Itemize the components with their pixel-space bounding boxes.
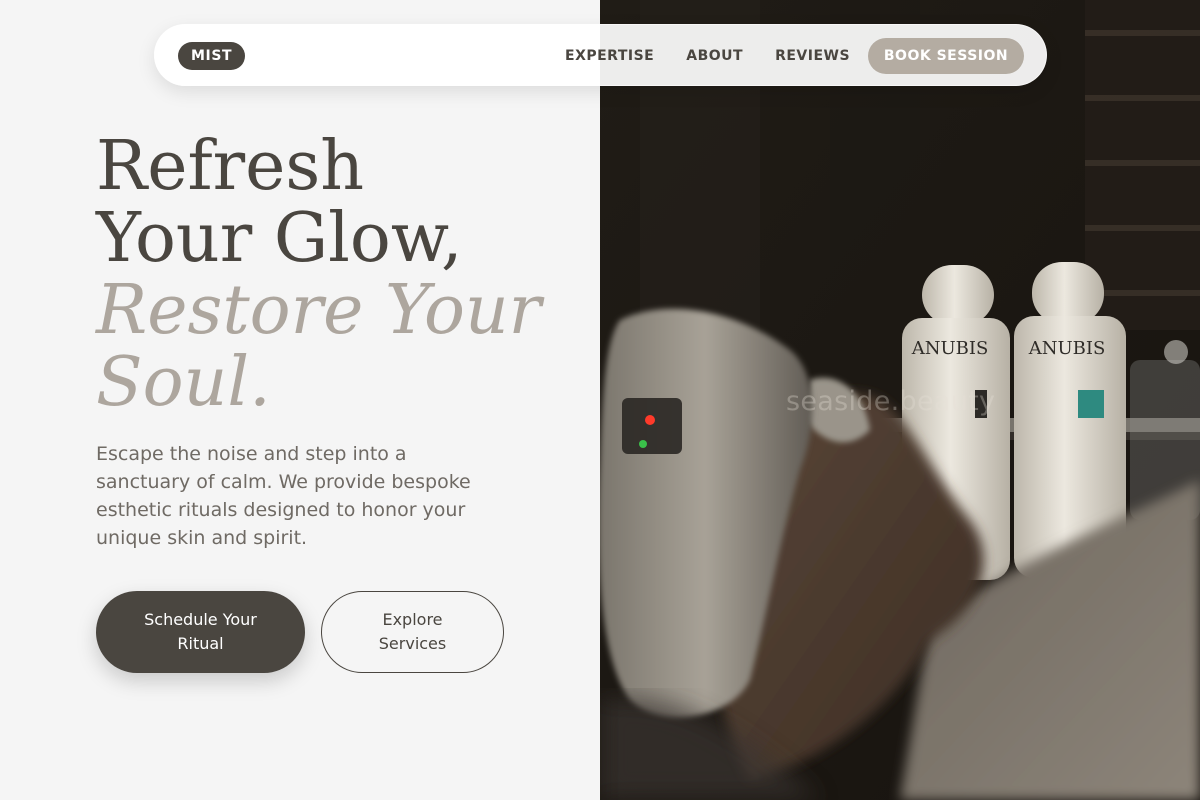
watermark-text: seaside.beauty bbox=[786, 386, 996, 417]
title-line-3: Restore Your bbox=[96, 271, 542, 350]
hero-image: ANUBIS ANUBIS seaside.beauty bbox=[600, 0, 1200, 800]
nav-link-reviews[interactable]: REVIEWS bbox=[775, 47, 850, 65]
hero-title: Refresh Your Glow, Restore Your Soul. bbox=[96, 131, 596, 419]
book-session-button[interactable]: BOOK SESSION bbox=[868, 38, 1024, 74]
title-line-1: Refresh bbox=[96, 127, 365, 206]
explore-services-button[interactable]: Explore Services bbox=[321, 591, 504, 673]
navbar: MIST EXPERTISE ABOUT REVIEWS BOOK SESSIO… bbox=[154, 24, 1047, 86]
logo[interactable]: MIST bbox=[178, 42, 246, 70]
nav-links: EXPERTISE ABOUT REVIEWS bbox=[565, 47, 850, 65]
bottle-label-1: ANUBIS bbox=[911, 338, 989, 359]
bottle-label-2: ANUBIS bbox=[1028, 338, 1106, 359]
hero-description: Escape the noise and step into a sanctua… bbox=[96, 443, 471, 549]
nav-link-expertise[interactable]: EXPERTISE bbox=[565, 47, 654, 65]
title-line-4: Soul. bbox=[96, 343, 271, 422]
schedule-ritual-button[interactable]: Schedule Your Ritual bbox=[96, 591, 305, 673]
title-line-2: Your Glow, bbox=[96, 199, 463, 278]
nav-link-about[interactable]: ABOUT bbox=[686, 47, 743, 65]
